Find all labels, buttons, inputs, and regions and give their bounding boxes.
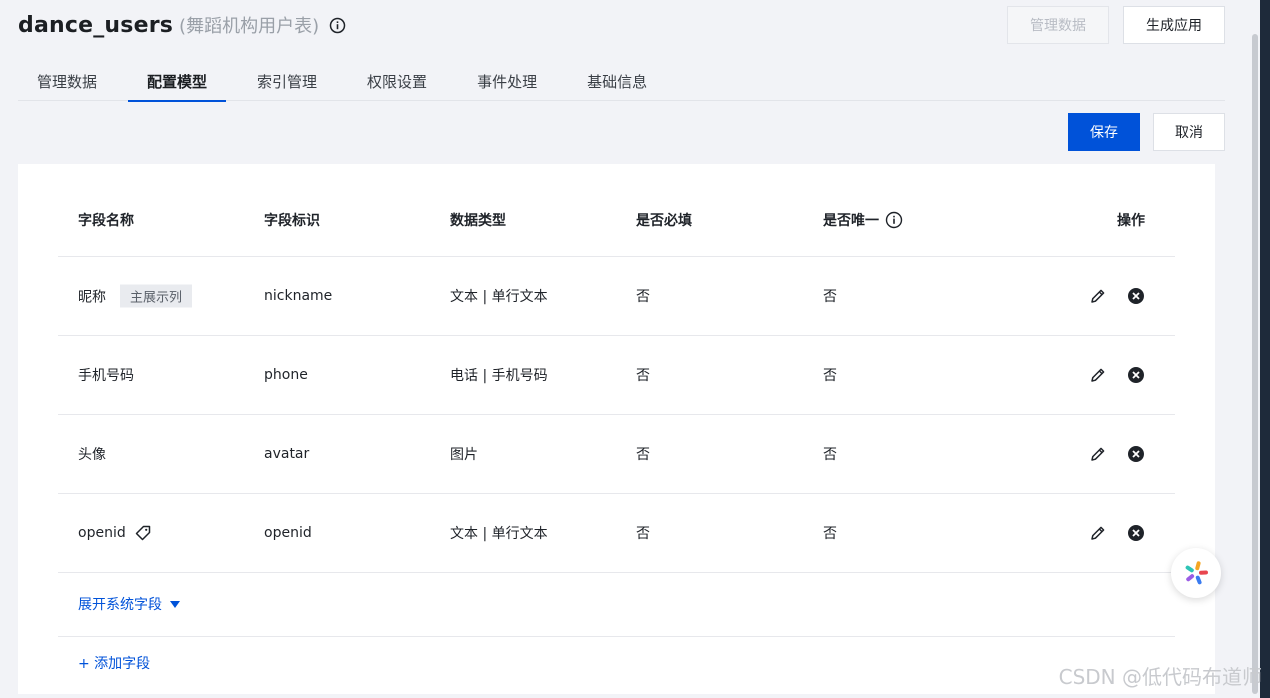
watermark: CSDN @低代码布道师 xyxy=(1058,665,1262,689)
field-unique: 否 xyxy=(823,368,837,384)
window-edge xyxy=(1260,0,1270,698)
fields-table: 字段名称 字段标识 数据类型 是否必填 是否唯一 操作 昵称 主展示列 nick… xyxy=(58,184,1175,573)
field-key: nickname xyxy=(264,288,333,304)
expand-system-fields-link[interactable]: 展开系统字段 xyxy=(78,594,180,614)
delete-icon[interactable] xyxy=(1127,445,1145,463)
column-header-unique-wrap: 是否唯一 xyxy=(823,210,903,230)
expand-system-fields-label: 展开系统字段 xyxy=(78,597,162,613)
edit-icon[interactable] xyxy=(1089,524,1107,542)
row-actions xyxy=(1089,366,1145,384)
info-icon[interactable] xyxy=(885,211,903,229)
tab-bar: 管理数据 配置模型 索引管理 权限设置 事件处理 基础信息 xyxy=(18,64,1225,102)
delete-icon[interactable] xyxy=(1127,287,1145,305)
field-unique: 否 xyxy=(823,289,837,305)
field-unique: 否 xyxy=(823,526,837,542)
field-type: 电话 | 手机号码 xyxy=(450,368,548,384)
table-row: 手机号码 phone 电话 | 手机号码 否 否 xyxy=(58,336,1175,415)
column-header-ops: 操作 xyxy=(1117,213,1145,229)
field-name: 头像 xyxy=(78,447,106,463)
tab-config-model[interactable]: 配置模型 xyxy=(128,64,227,102)
field-required: 否 xyxy=(636,289,650,305)
tab-events[interactable]: 事件处理 xyxy=(458,64,556,101)
edit-icon[interactable] xyxy=(1089,366,1107,384)
field-type: 文本 | 单行文本 xyxy=(450,526,548,542)
generate-app-button[interactable]: 生成应用 xyxy=(1123,6,1225,44)
field-required: 否 xyxy=(636,447,650,463)
page-title: dance_users xyxy=(18,12,174,38)
cancel-button[interactable]: 取消 xyxy=(1153,113,1225,151)
manage-data-button[interactable]: 管理数据 xyxy=(1007,6,1109,44)
fields-card: 字段名称 字段标识 数据类型 是否必填 是否唯一 操作 昵称 主展示列 nick… xyxy=(18,164,1215,694)
row-actions xyxy=(1089,524,1145,542)
tab-index-manage[interactable]: 索引管理 xyxy=(238,64,336,101)
tab-basic-info[interactable]: 基础信息 xyxy=(568,64,666,101)
divider xyxy=(58,636,1175,637)
assistant-float-button[interactable] xyxy=(1171,548,1221,598)
save-button[interactable]: 保存 xyxy=(1068,113,1140,151)
info-icon[interactable] xyxy=(329,17,346,34)
table-row: openid openid 文本 | 单行文本 否 否 xyxy=(58,494,1175,573)
field-name: 昵称 xyxy=(78,289,106,305)
field-type: 图片 xyxy=(450,447,478,463)
field-name: openid xyxy=(78,525,126,541)
row-actions xyxy=(1089,287,1145,305)
add-field-link[interactable]: + 添加字段 xyxy=(78,653,150,673)
tab-manage-data[interactable]: 管理数据 xyxy=(18,64,116,101)
delete-icon[interactable] xyxy=(1127,524,1145,542)
column-header-unique: 是否唯一 xyxy=(823,213,879,229)
field-key: phone xyxy=(264,367,308,383)
column-header-type: 数据类型 xyxy=(450,213,506,229)
primary-display-tag: 主展示列 xyxy=(120,284,193,308)
delete-icon[interactable] xyxy=(1127,366,1145,384)
field-unique: 否 xyxy=(823,447,837,463)
field-key: avatar xyxy=(264,446,310,462)
table-header: 字段名称 字段标识 数据类型 是否必填 是否唯一 操作 xyxy=(58,184,1175,257)
assistant-logo-icon xyxy=(1185,561,1208,585)
field-key: openid xyxy=(264,525,312,541)
column-header-key: 字段标识 xyxy=(264,213,320,229)
field-name-cell: openid xyxy=(78,524,152,542)
tab-permissions[interactable]: 权限设置 xyxy=(348,64,446,101)
page-header: dance_users (舞蹈机构用户表) xyxy=(18,8,346,42)
tag-icon xyxy=(134,524,152,542)
field-required: 否 xyxy=(636,526,650,542)
top-actions: 管理数据 生成应用 xyxy=(1007,6,1225,44)
page-subtitle: (舞蹈机构用户表) xyxy=(179,16,320,37)
edit-icon[interactable] xyxy=(1089,445,1107,463)
column-header-required: 是否必填 xyxy=(636,213,692,229)
field-name-cell: 昵称 主展示列 xyxy=(78,284,193,308)
table-row: 头像 avatar 图片 否 否 xyxy=(58,415,1175,494)
table-row: 昵称 主展示列 nickname 文本 | 单行文本 否 否 xyxy=(58,257,1175,336)
field-type: 文本 | 单行文本 xyxy=(450,289,548,305)
field-name: 手机号码 xyxy=(78,368,134,384)
column-header-name: 字段名称 xyxy=(78,213,134,229)
row-actions xyxy=(1089,445,1145,463)
field-required: 否 xyxy=(636,368,650,384)
caret-down-icon xyxy=(170,600,180,608)
scrollbar[interactable] xyxy=(1252,34,1258,694)
edit-icon[interactable] xyxy=(1089,287,1107,305)
